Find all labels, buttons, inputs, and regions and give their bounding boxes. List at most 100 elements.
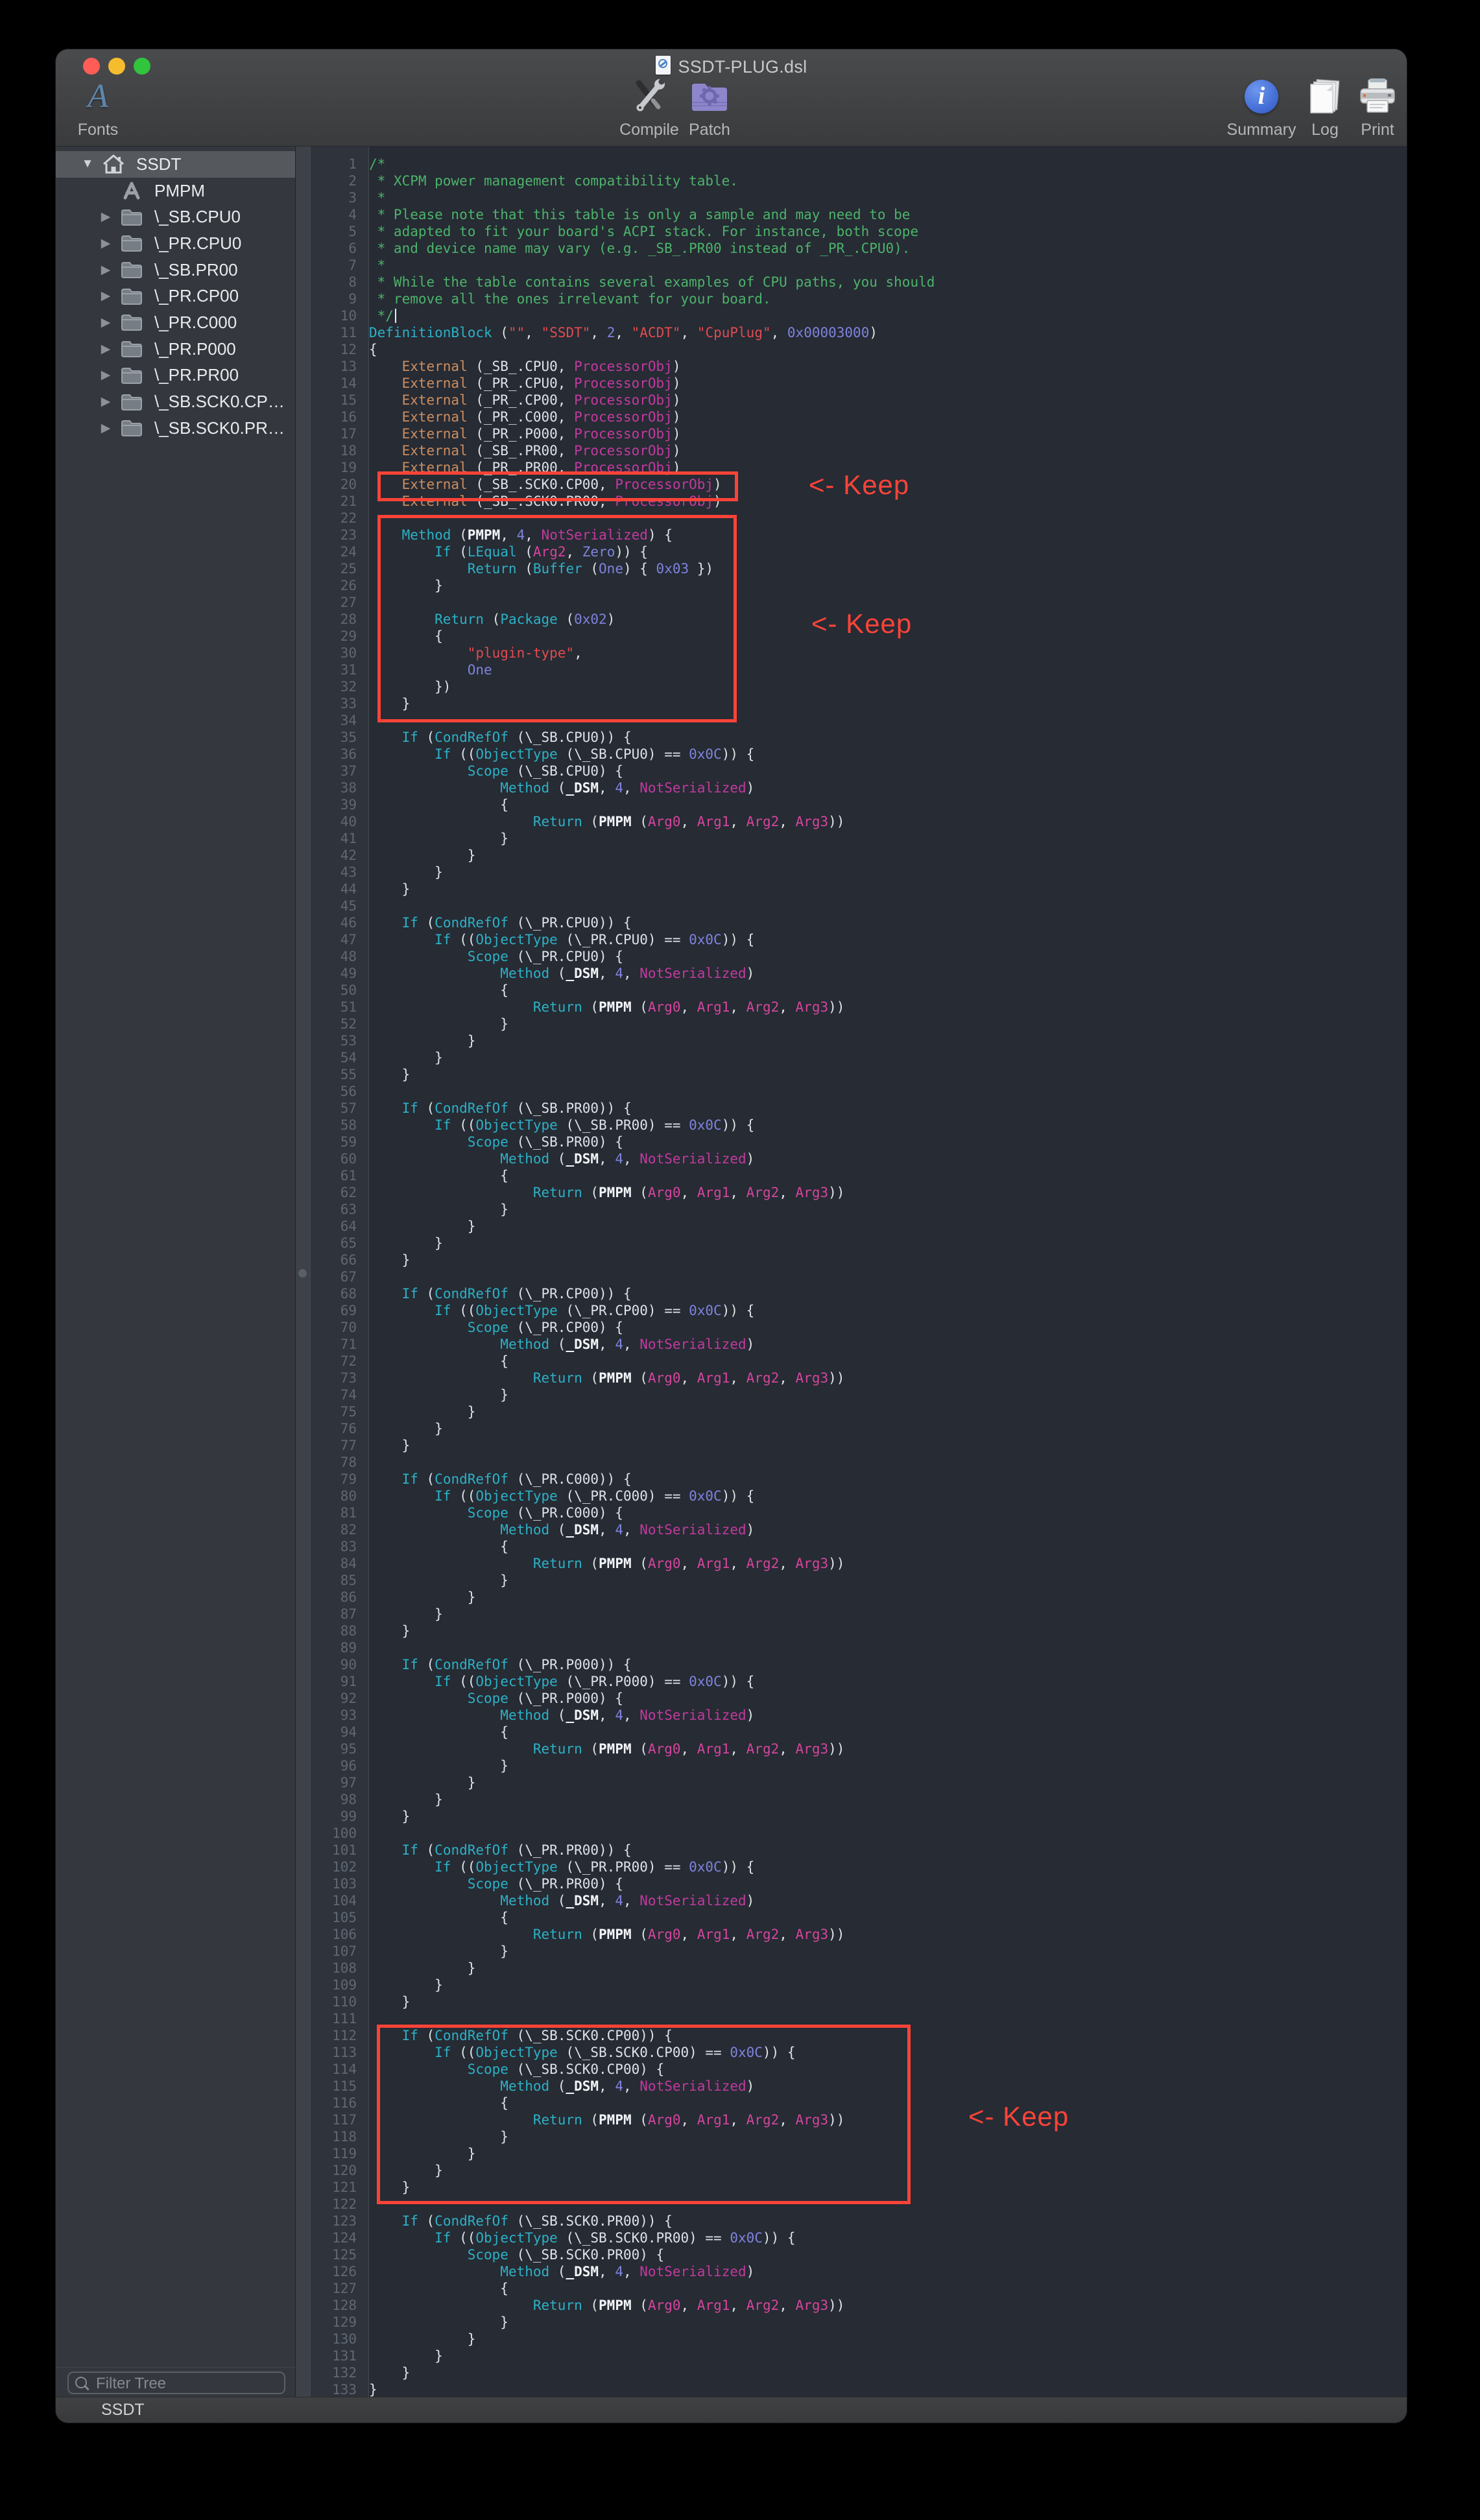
chevron-right-icon[interactable]: ▶ (97, 209, 114, 224)
code-line: 122 (311, 2196, 1407, 2213)
line-number: 107 (311, 1943, 363, 1960)
print-button[interactable]: Print (1329, 74, 1407, 139)
line-number: 115 (311, 2078, 363, 2095)
code-line: 40 Return (PMPM (Arg0, Arg1, Arg2, Arg3)… (311, 813, 1407, 830)
chevron-right-icon[interactable]: ▶ (97, 368, 114, 383)
code-text: If ((ObjectType (\_PR.PR00) == 0x0C)) { (363, 1859, 754, 1875)
line-number: 91 (311, 1673, 363, 1690)
chevron-right-icon[interactable]: ▶ (97, 263, 114, 278)
app-window: SSDT-PLUG.dsl A Fonts Compile (55, 49, 1407, 2423)
code-line: 78 (311, 1454, 1407, 1471)
line-number: 85 (311, 1572, 363, 1589)
code-line: 58 If ((ObjectType (\_SB.PR00) == 0x0C))… (311, 1117, 1407, 1134)
sidebar-item[interactable]: ▶ \_SB.SCK0.PR… (56, 415, 295, 442)
code-line: 35 If (CondRefOf (\_SB.CPU0)) { (311, 729, 1407, 746)
code-text: { (363, 1909, 508, 1926)
code-editor[interactable]: 1/*2 * XCPM power management compatibili… (311, 147, 1407, 2397)
line-number: 132 (311, 2364, 363, 2381)
code-line: 106 Return (PMPM (Arg0, Arg1, Arg2, Arg3… (311, 1926, 1407, 1943)
code-text: } (363, 2364, 410, 2381)
line-number: 43 (311, 864, 363, 881)
code-line: 42 } (311, 847, 1407, 864)
chevron-right-icon[interactable]: ▶ (97, 236, 114, 251)
sidebar-item[interactable]: ▶ \_SB.SCK0.CP… (56, 388, 295, 415)
line-number: 22 (311, 510, 363, 527)
chevron-right-icon[interactable]: ▶ (97, 342, 114, 357)
chevron-right-icon[interactable]: ▶ (97, 421, 114, 436)
line-number: 100 (311, 1825, 363, 1842)
sidebar-item[interactable]: ▶ \_PR.C000 (56, 309, 295, 336)
code-line: 99 } (311, 1808, 1407, 1825)
tree-item-label: \_SB.SCK0.PR… (154, 418, 285, 438)
splitter-handle-icon (298, 1269, 307, 1278)
sidebar-item[interactable]: ▶ \_SB.CPU0 (56, 204, 295, 230)
code-line: 107 } (311, 1943, 1407, 1960)
sidebar-divider (56, 2367, 295, 2368)
chevron-right-icon[interactable]: ▶ (97, 289, 114, 303)
sidebar-item[interactable]: ▶ PMPM (56, 178, 295, 204)
code-text: } (363, 1791, 443, 1808)
sidebar-item[interactable]: ▶ \_PR.CP00 (56, 283, 295, 309)
code-line: 6 * and device name may vary (e.g. _SB_.… (311, 240, 1407, 257)
tree-item-label: PMPM (154, 181, 205, 201)
filter-tree-input[interactable] (95, 2373, 280, 2394)
code-line: 109 } (311, 1977, 1407, 1993)
code-line: 131 } (311, 2348, 1407, 2364)
line-number: 130 (311, 2331, 363, 2348)
tree-item-label: \_PR.PR00 (154, 365, 239, 385)
code-text: External (_SB_.SCK0.PR00, ProcessorObj) (363, 493, 722, 510)
line-number: 127 (311, 2280, 363, 2297)
code-line: 38 Method (_DSM, 4, NotSerialized) (311, 779, 1407, 796)
code-text: External (_PR_.CPU0, ProcessorObj) (363, 375, 680, 392)
code-line: 88 } (311, 1623, 1407, 1639)
code-line: 101 If (CondRefOf (\_PR.PR00)) { (311, 1842, 1407, 1859)
line-number: 112 (311, 2027, 363, 2044)
code-text: } (363, 1201, 508, 1218)
line-number: 27 (311, 594, 363, 611)
line-number: 99 (311, 1808, 363, 1825)
sidebar-splitter[interactable] (296, 147, 311, 2397)
code-line: 105 { (311, 1909, 1407, 1926)
line-number: 73 (311, 1370, 363, 1386)
code-line: 100 (311, 1825, 1407, 1842)
line-number: 20 (311, 476, 363, 493)
code-line: 116 { (311, 2095, 1407, 2111)
tree-item-label: \_PR.P000 (154, 339, 236, 359)
sidebar-item[interactable]: ▶ \_PR.CPU0 (56, 230, 295, 257)
sidebar-item[interactable]: ▶ \_PR.P000 (56, 336, 295, 363)
line-number: 14 (311, 375, 363, 392)
code-text: Method (_DSM, 4, NotSerialized) (363, 1336, 754, 1353)
patch-button[interactable]: Patch (661, 74, 758, 139)
line-number: 131 (311, 2348, 363, 2364)
method-icon (119, 180, 144, 202)
line-number: 121 (311, 2179, 363, 2196)
chevron-right-icon[interactable]: ▶ (97, 315, 114, 330)
line-number: 64 (311, 1218, 363, 1235)
code-line: 36 If ((ObjectType (\_SB.CPU0) == 0x0C))… (311, 746, 1407, 763)
code-line: 64 } (311, 1218, 1407, 1235)
code-text: Return (Buffer (One) { 0x03 }) (363, 560, 713, 577)
line-number: 47 (311, 931, 363, 948)
line-number: 6 (311, 240, 363, 257)
chevron-right-icon[interactable]: ▶ (97, 394, 114, 409)
sidebar-item[interactable]: ▶ \_PR.PR00 (56, 363, 295, 389)
line-number: 123 (311, 2213, 363, 2229)
fonts-button[interactable]: A Fonts (55, 74, 147, 139)
sidebar-item-ssdt[interactable]: ▼ SSDT (56, 151, 295, 178)
code-text: If (CondRefOf (\_SB.PR00)) { (363, 1100, 632, 1117)
line-number: 79 (311, 1471, 363, 1488)
sidebar-item[interactable]: ▶ \_SB.PR00 (56, 257, 295, 283)
title-toolbar: SSDT-PLUG.dsl A Fonts Compile (56, 49, 1407, 147)
code-text: Method (_DSM, 4, NotSerialized) (363, 1892, 754, 1909)
code-text: If (CondRefOf (\_PR.CP00)) { (363, 1285, 632, 1302)
code-text: DefinitionBlock ("", "SSDT", 2, "ACDT", … (363, 324, 877, 341)
code-line: 132 } (311, 2364, 1407, 2381)
code-line: 19 External (_PR_.PR00, ProcessorObj) (311, 459, 1407, 476)
code-text: Return (PMPM (Arg0, Arg1, Arg2, Arg3)) (363, 813, 844, 830)
line-number: 78 (311, 1454, 363, 1471)
code-line: 5 * adapted to fit your board's ACPI sta… (311, 223, 1407, 240)
status-bar: SSDT (56, 2397, 1407, 2423)
code-line: 49 Method (_DSM, 4, NotSerialized) (311, 965, 1407, 982)
line-number: 54 (311, 1049, 363, 1066)
code-line: 32 }) (311, 678, 1407, 695)
